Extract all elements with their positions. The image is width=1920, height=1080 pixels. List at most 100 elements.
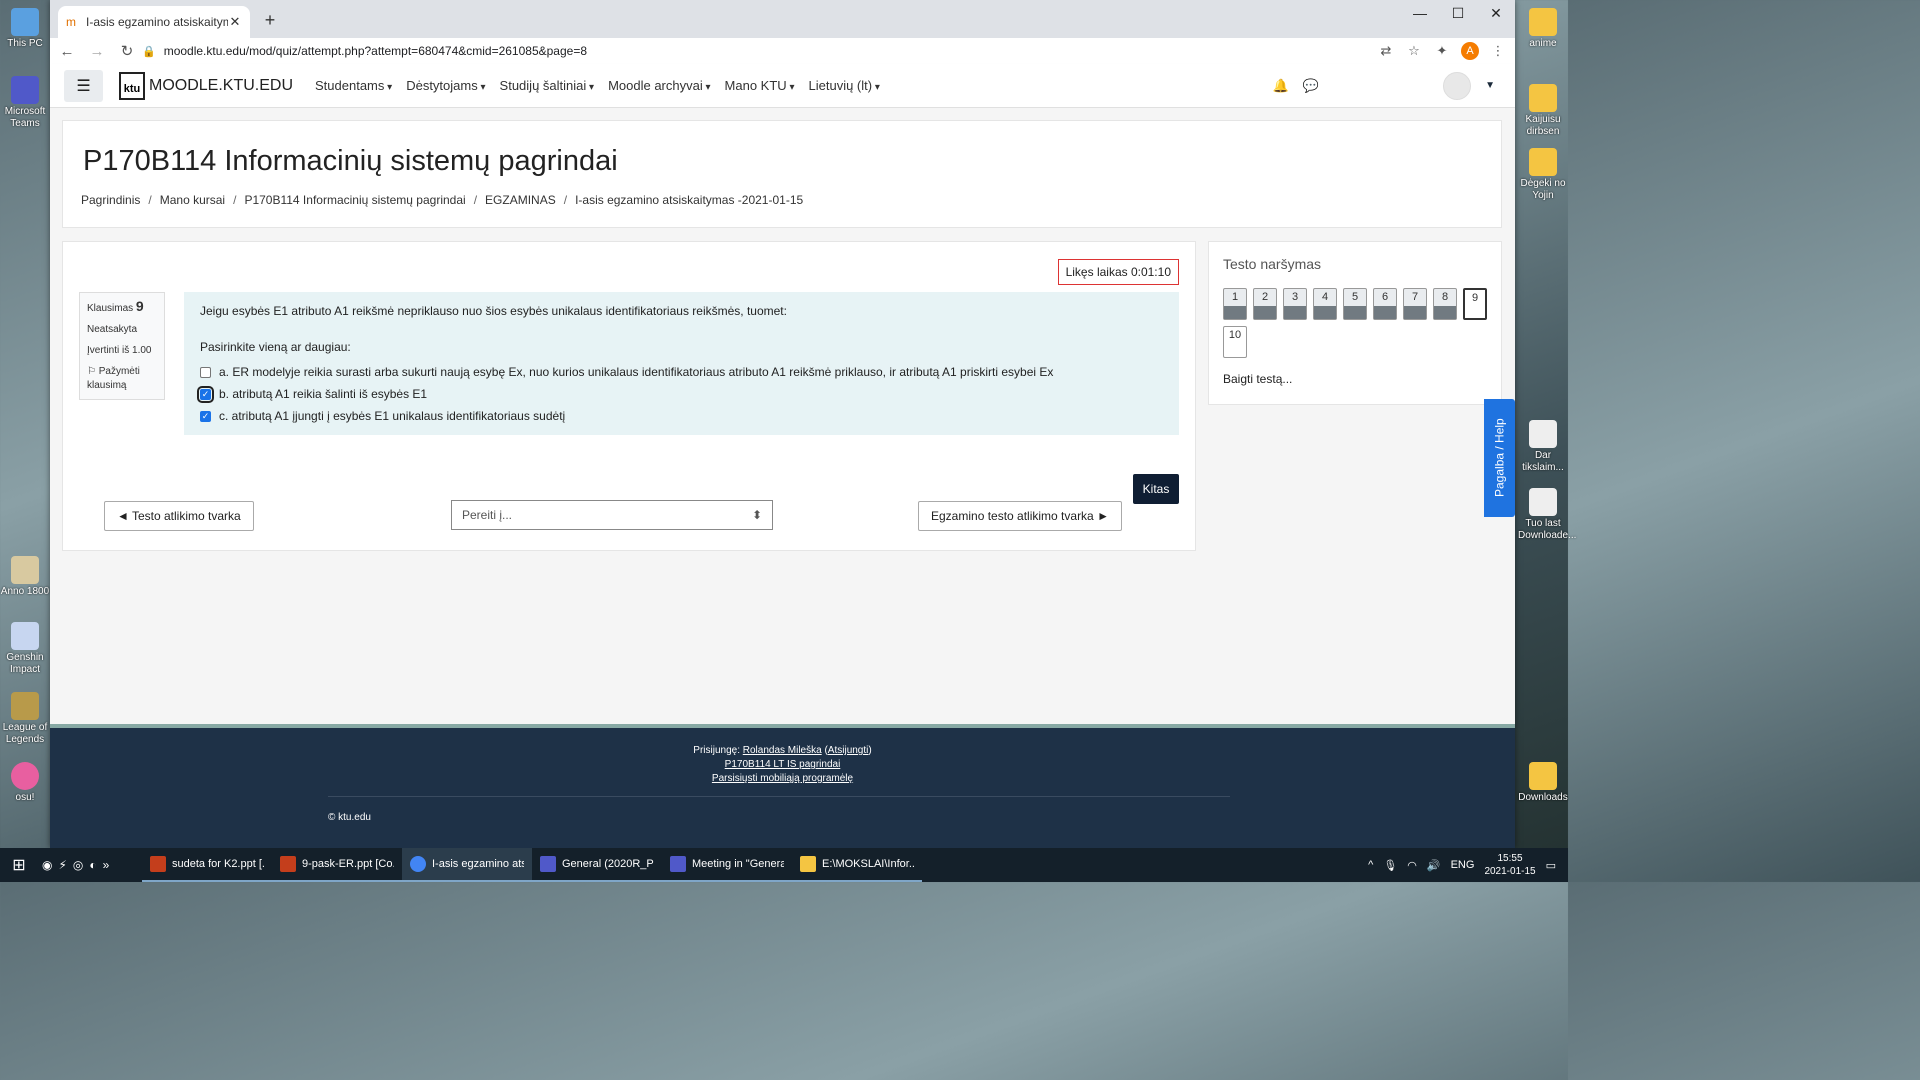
desktop-icon-this-pc[interactable]: This PC	[0, 8, 50, 50]
help-tab[interactable]: Pagalba / Help	[1484, 399, 1515, 517]
volume-icon[interactable]: 🔊	[1427, 859, 1441, 872]
chevron-down-icon[interactable]: ▼	[1485, 80, 1495, 91]
answer-option-c[interactable]: ✓ c. atributą A1 įjungti į esybės E1 uni…	[200, 405, 1163, 427]
address-bar[interactable]: 🔒 moodle.ktu.edu/mod/quiz/attempt.php?at…	[142, 38, 1422, 64]
menu-mano-ktu[interactable]: Mano KTU	[725, 78, 795, 93]
app-icon[interactable]: ◐	[89, 858, 96, 872]
taskbar-item[interactable]: 9-pask-ER.ppt [Co...	[272, 848, 402, 882]
breadcrumb-item[interactable]: Mano kursai	[160, 193, 225, 207]
desktop-icon-osu[interactable]: osu!	[0, 762, 50, 804]
chat-bubble-icon[interactable]: 💬	[1303, 78, 1319, 94]
quiz-nav-button-current[interactable]: 9	[1463, 288, 1487, 320]
minimize-icon[interactable]: —	[1401, 0, 1439, 26]
app-icon[interactable]: ⚡	[58, 858, 66, 872]
chrome-icon[interactable]: ◎	[73, 858, 83, 872]
extensions-icon[interactable]: ✦	[1433, 43, 1451, 59]
breadcrumb-item[interactable]: Pagrindinis	[81, 193, 140, 207]
menu-language[interactable]: Lietuvių (lt)	[809, 78, 880, 93]
back-icon[interactable]: ←	[54, 43, 80, 60]
quiz-nav-button[interactable]: 6	[1373, 288, 1397, 320]
wifi-icon[interactable]: ◠	[1407, 859, 1417, 872]
quiz-nav-button[interactable]: 1	[1223, 288, 1247, 320]
desktop-icon-genshin[interactable]: Genshin Impact	[0, 622, 50, 676]
bell-icon[interactable]: 🔔	[1273, 78, 1289, 94]
quiz-nav-button[interactable]: 7	[1403, 288, 1427, 320]
flag-question[interactable]: ⚐ Pažymėti klausimą	[87, 365, 157, 393]
question-label: Klausimas	[87, 303, 134, 314]
forward-icon[interactable]: →	[84, 43, 110, 60]
time-left: Likęs laikas 0:01:10	[1057, 259, 1179, 285]
close-tab-icon[interactable]: ✕	[228, 14, 242, 30]
desktop-icon-folder[interactable]: anime	[1518, 8, 1568, 50]
user-link[interactable]: Rolandas Mileška	[743, 745, 822, 756]
bookmark-star-icon[interactable]: ☆	[1405, 43, 1423, 59]
page-footer: Prisijungę: Rolandas Mileška (Atsijungti…	[50, 724, 1515, 848]
answer-checkbox[interactable]: ✓	[197, 385, 214, 403]
taskbar-item-active[interactable]: I-asis egzamino atsi...	[402, 848, 532, 882]
windows-start-icon[interactable]: ⊞	[0, 855, 38, 875]
desktop-icon-lol[interactable]: League of Legends	[0, 692, 50, 746]
prev-activity-link[interactable]: ◄ Testo atlikimo tvarka	[104, 501, 254, 531]
breadcrumb-item[interactable]: EGZAMINAS	[485, 193, 556, 207]
quiz-nav-button[interactable]: 2	[1253, 288, 1277, 320]
answer-option-b[interactable]: ✓ b. atributą A1 reikia šalinti iš esybė…	[197, 383, 1163, 405]
desktop-icon-downloads[interactable]: Downloads	[1518, 762, 1568, 804]
taskbar-item[interactable]: General (2020R_P17...	[532, 848, 662, 882]
menu-dots-icon[interactable]: ⋮	[1489, 43, 1507, 59]
quiz-nav-button[interactable]: 5	[1343, 288, 1367, 320]
next-page-button[interactable]: Kitas	[1133, 474, 1179, 504]
desktop-left-icons: This PC Microsoft Teams Anno 1800 Genshi…	[0, 0, 50, 850]
taskbar-item[interactable]: Meeting in "Genera...	[662, 848, 792, 882]
quiz-nav-button[interactable]: 10	[1223, 326, 1247, 358]
answer-checkbox[interactable]: ✓	[200, 410, 211, 422]
app-icon[interactable]: ◉	[42, 858, 52, 872]
menu-studiju-saltiniai[interactable]: Studijų šaltiniai	[500, 78, 595, 93]
taskbar-item[interactable]: sudeta for K2.ppt [...	[142, 848, 272, 882]
next-activity-link[interactable]: Egzamino testo atlikimo tvarka ►	[918, 501, 1122, 531]
reload-icon[interactable]: ↻	[114, 42, 140, 60]
desktop-icon-file[interactable]: Tuo last Downloade...	[1518, 488, 1576, 542]
mobile-app-link[interactable]: Parsisiųsti mobiliąją programėlę	[712, 773, 853, 784]
language-indicator[interactable]: ENG	[1451, 859, 1475, 871]
finish-attempt-link[interactable]: Baigti testą...	[1223, 372, 1292, 386]
profile-avatar[interactable]: A	[1461, 42, 1479, 60]
microphone-icon[interactable]: 🎙	[1383, 859, 1397, 872]
quiz-nav-button[interactable]: 8	[1433, 288, 1457, 320]
site-logo[interactable]: ktu MOODLE.KTU.EDU	[119, 71, 293, 100]
maximize-icon[interactable]: ☐	[1439, 0, 1477, 26]
menu-moodle-archyvai[interactable]: Moodle archyvai	[608, 78, 710, 93]
notifications-icon[interactable]: ▭	[1546, 859, 1556, 872]
menu-destytojams[interactable]: Dėstytojams	[406, 78, 485, 93]
new-tab-icon[interactable]: +	[260, 10, 280, 31]
course-link[interactable]: P170B114 LT IS pagrindai	[725, 759, 841, 770]
quiz-nav-button[interactable]: 3	[1283, 288, 1307, 320]
user-avatar[interactable]	[1443, 71, 1472, 100]
desktop-icon-folder[interactable]: Kaijuisu dirbsen	[1518, 84, 1568, 138]
chevron-up-icon[interactable]: ^	[1368, 859, 1373, 871]
logout-link[interactable]: Atsijungti	[828, 745, 869, 756]
desktop-icon-teams[interactable]: Microsoft Teams	[0, 76, 50, 130]
browser-tab[interactable]: m I-asis egzamino atsiskaitymas -2( ✕	[58, 6, 250, 38]
breadcrumb-item[interactable]: I-asis egzamino atsiskaitymas -2021-01-1…	[575, 193, 803, 207]
browser-toolbar: ← → ↻ 🔒 moodle.ktu.edu/mod/quiz/attempt.…	[50, 38, 1515, 64]
clock[interactable]: 15:55 2021-01-15	[1484, 852, 1535, 878]
jump-to-select[interactable]: Pereiti į... ⬍	[451, 500, 773, 530]
desktop-icon-anno[interactable]: Anno 1800	[0, 556, 50, 598]
folder-icon	[1529, 148, 1557, 176]
footer-copyright[interactable]: © ktu.edu	[328, 812, 371, 823]
hamburger-menu-icon[interactable]: ☰	[64, 69, 103, 102]
answer-option-a[interactable]: a. ER modelyje reikia surasti arba sukur…	[200, 361, 1163, 383]
lock-icon: 🔒	[142, 45, 156, 58]
menu-studentams[interactable]: Studentams	[315, 78, 392, 93]
taskbar: ⊞ ◉ ⚡ ◎ ◐ » sudeta for K2.ppt [... 9-pas…	[0, 848, 1568, 882]
close-window-icon[interactable]: ✕	[1477, 0, 1515, 26]
quiz-nav-button[interactable]: 4	[1313, 288, 1337, 320]
answer-checkbox[interactable]	[200, 366, 211, 378]
desktop-icon-folder[interactable]: Dėgeki no Yojin	[1518, 148, 1568, 202]
breadcrumb-item[interactable]: P170B114 Informacinių sistemų pagrindai	[244, 193, 465, 207]
quiz-nav-title: Testo naršymas	[1223, 256, 1322, 272]
taskbar-item[interactable]: E:\MOKSLAI\Infor...	[792, 848, 922, 882]
translate-icon[interactable]: ⇄	[1377, 43, 1395, 59]
desktop-icon-file[interactable]: Dar tikslaim...	[1518, 420, 1568, 474]
chevron-right-icon[interactable]: »	[103, 858, 110, 872]
